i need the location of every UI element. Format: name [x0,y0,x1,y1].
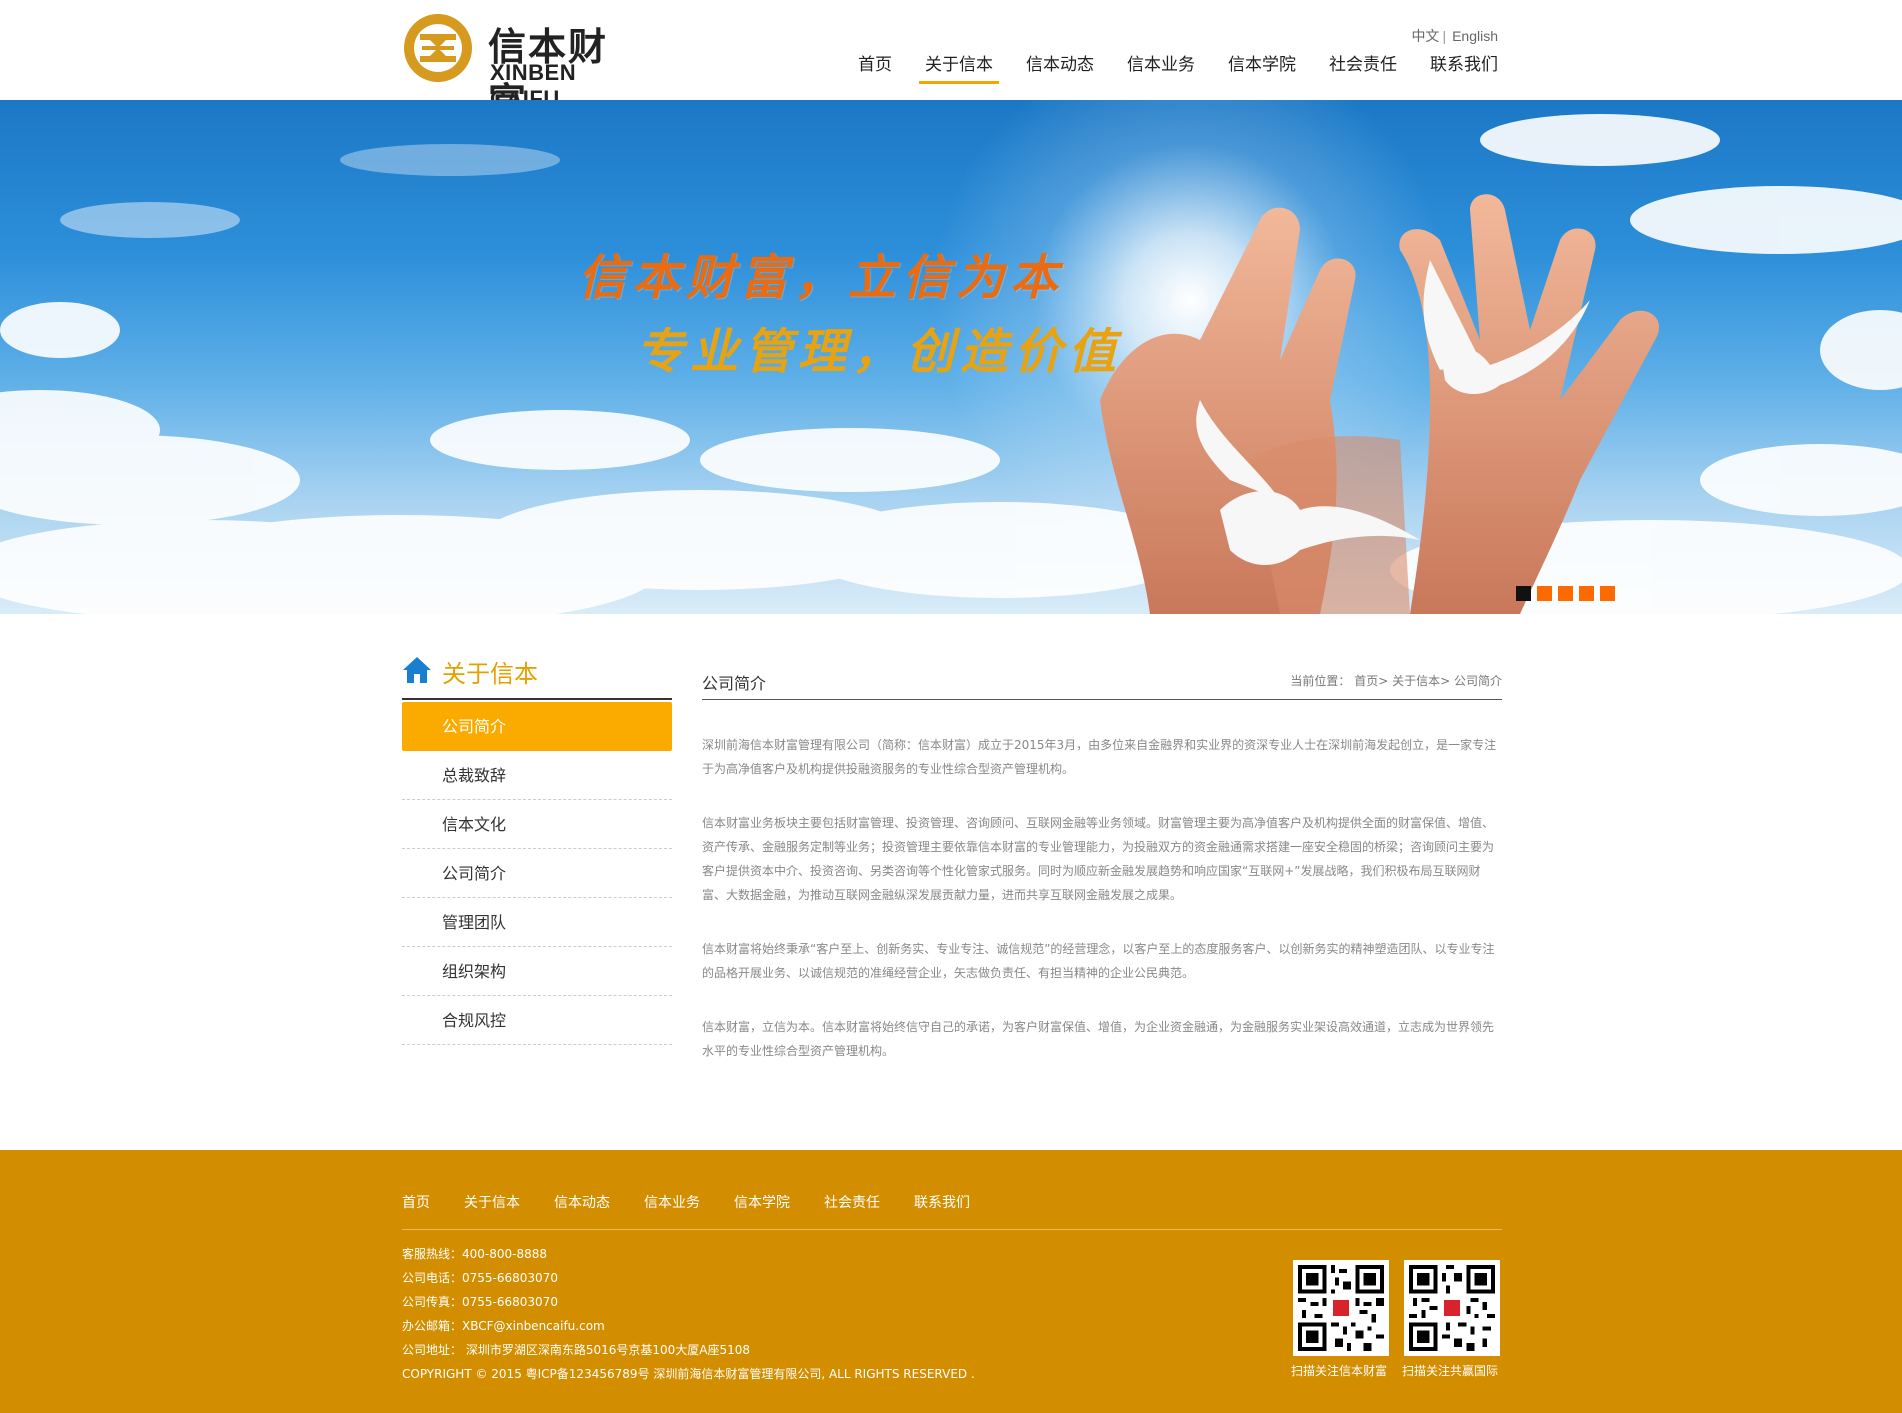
intro-paragraph-3: 信本财富将始终秉承“客户至上、创新务实、专业专注、诚信规范”的经营理念，以客户至… [702,942,1495,980]
footer-nav: 首页 关于信本 信本动态 信本业务 信本学院 社会责任 联系我们 [402,1192,1004,1212]
sidebar-item-company-profile[interactable]: 公司简介 [402,702,672,751]
footer-nav-contact[interactable]: 联系我们 [914,1192,970,1212]
footer-nav-academy[interactable]: 信本学院 [734,1192,790,1212]
nav-news[interactable]: 信本动态 [1026,52,1094,86]
qr-caption-gongying: 扫描关注共赢国际 [1401,1364,1498,1378]
banner-dot-5[interactable] [1600,586,1615,601]
footer-copyright: COPYRIGHT © 2015 粤ICP备123456789号 深圳前海信本财… [402,1367,975,1381]
footer-email: 办公邮箱：XBCF@xinbencaifu.com [402,1319,605,1333]
sidebar-item-culture[interactable]: 信本文化 [402,800,672,849]
nav-academy[interactable]: 信本学院 [1228,52,1296,86]
content-header: 公司简介 当前位置： 首页> 关于信本> 公司简介 [702,650,1502,700]
nav-about[interactable]: 关于信本 [919,52,999,86]
banner-dot-3[interactable] [1558,586,1573,601]
sidebar-item-org-structure[interactable]: 组织架构 [402,947,672,996]
hero-banner[interactable]: 信本财富，立信为本 专业管理，创造价值 [0,100,1902,614]
site-header: 信本财富 XINBEN CAIFU 中文| English 首页 关于信本 信本动… [0,0,1902,124]
breadcrumb-current: 公司简介 [1453,674,1502,688]
banner-dot-4[interactable] [1579,586,1594,601]
footer-fax: 公司传真：0755-66803070 [402,1295,558,1309]
intro-paragraph-1: 深圳前海信本财富管理有限公司（简称：信本财富）成立于2015年3月，由多位来自金… [702,738,1497,776]
breadcrumb-section-link[interactable]: 关于信本 [1392,674,1440,688]
qr-code-xinben: 扫描关注信本财富 [1291,1260,1389,1379]
home-icon [403,657,431,683]
footer-nav-news[interactable]: 信本动态 [554,1192,610,1212]
banner-pagination [1516,586,1621,601]
footer-address: 公司地址： 深圳市罗湖区深南东路5016号京基100大厦A座5108 [402,1343,751,1357]
nav-responsibility[interactable]: 社会责任 [1329,52,1397,86]
sidebar-item-management-team[interactable]: 管理团队 [402,898,672,947]
nav-home[interactable]: 首页 [858,52,892,86]
intro-paragraph-4: 信本财富，立信为本。信本财富将始终信守自己的承诺，为客户财富保值、增值，为企业资… [702,1020,1495,1058]
lang-chinese-link[interactable]: 中文 [1411,28,1439,44]
breadcrumb-prefix: 当前位置： [1290,674,1351,688]
sidebar-header: 关于信本 [402,650,672,700]
lang-separator: | [1442,28,1447,44]
sidebar-item-president-message[interactable]: 总裁致辞 [402,751,672,800]
main-content: 公司简介 当前位置： 首页> 关于信本> 公司简介 深圳前海信本财富管理有限公司… [702,650,1502,1063]
sidebar-title: 关于信本 [442,660,538,688]
page-title: 公司简介 [702,674,767,693]
banner-slogan-line2: 专业管理，创造价值 [636,324,1123,380]
qr-caption-xinben: 扫描关注信本财富 [1290,1364,1387,1378]
footer-phone: 公司电话：0755-66803070 [402,1271,558,1285]
intro-paragraph-2: 信本财富业务板块主要包括财富管理、投资管理、咨询顾问、互联网金融等业务领域。财富… [702,816,1495,902]
footer-nav-business[interactable]: 信本业务 [644,1192,700,1212]
banner-dot-1[interactable] [1516,586,1531,601]
qr-code-icon [1293,1260,1389,1356]
footer-contact-info: 客服热线：400-800-8888 公司电话：0755-66803070 公司传… [402,1242,975,1386]
sidebar-menu: 公司简介 总裁致辞 信本文化 公司简介 管理团队 组织架构 合规风控 [402,702,672,1045]
nav-business[interactable]: 信本业务 [1127,52,1195,86]
banner-slogan-line1: 信本财富，立信为本 [578,250,1065,306]
sidebar-item-compliance[interactable]: 合规风控 [402,996,672,1045]
lang-english-link[interactable]: English [1452,28,1498,44]
qr-code-icon [1404,1260,1500,1356]
qr-code-gongying: 扫描关注共赢国际 [1402,1260,1500,1379]
site-footer: 首页 关于信本 信本动态 信本业务 信本学院 社会责任 联系我们 客服热线：40… [0,1150,1902,1413]
breadcrumb: 当前位置： 首页> 关于信本> 公司简介 [1290,674,1502,688]
footer-nav-responsibility[interactable]: 社会责任 [824,1192,880,1212]
section-sidebar: 关于信本 公司简介 总裁致辞 信本文化 公司简介 管理团队 组织架构 合规风控 [402,650,672,1045]
footer-nav-about[interactable]: 关于信本 [464,1192,520,1212]
site-logo[interactable]: 信本财富 XINBEN CAIFU [402,12,642,124]
logo-mark-icon [404,14,472,82]
footer-nav-home[interactable]: 首页 [402,1192,430,1212]
banner-dot-2[interactable] [1537,586,1552,601]
nav-contact[interactable]: 联系我们 [1430,52,1498,86]
main-nav: 首页 关于信本 信本动态 信本业务 信本学院 社会责任 联系我们 [858,52,1498,86]
sidebar-item-company-profile-2[interactable]: 公司简介 [402,849,672,898]
footer-hotline: 客服热线：400-800-8888 [402,1247,548,1261]
breadcrumb-home-link[interactable]: 首页 [1354,674,1378,688]
language-switcher: 中文 | English [1411,26,1498,46]
footer-divider [402,1229,1502,1230]
